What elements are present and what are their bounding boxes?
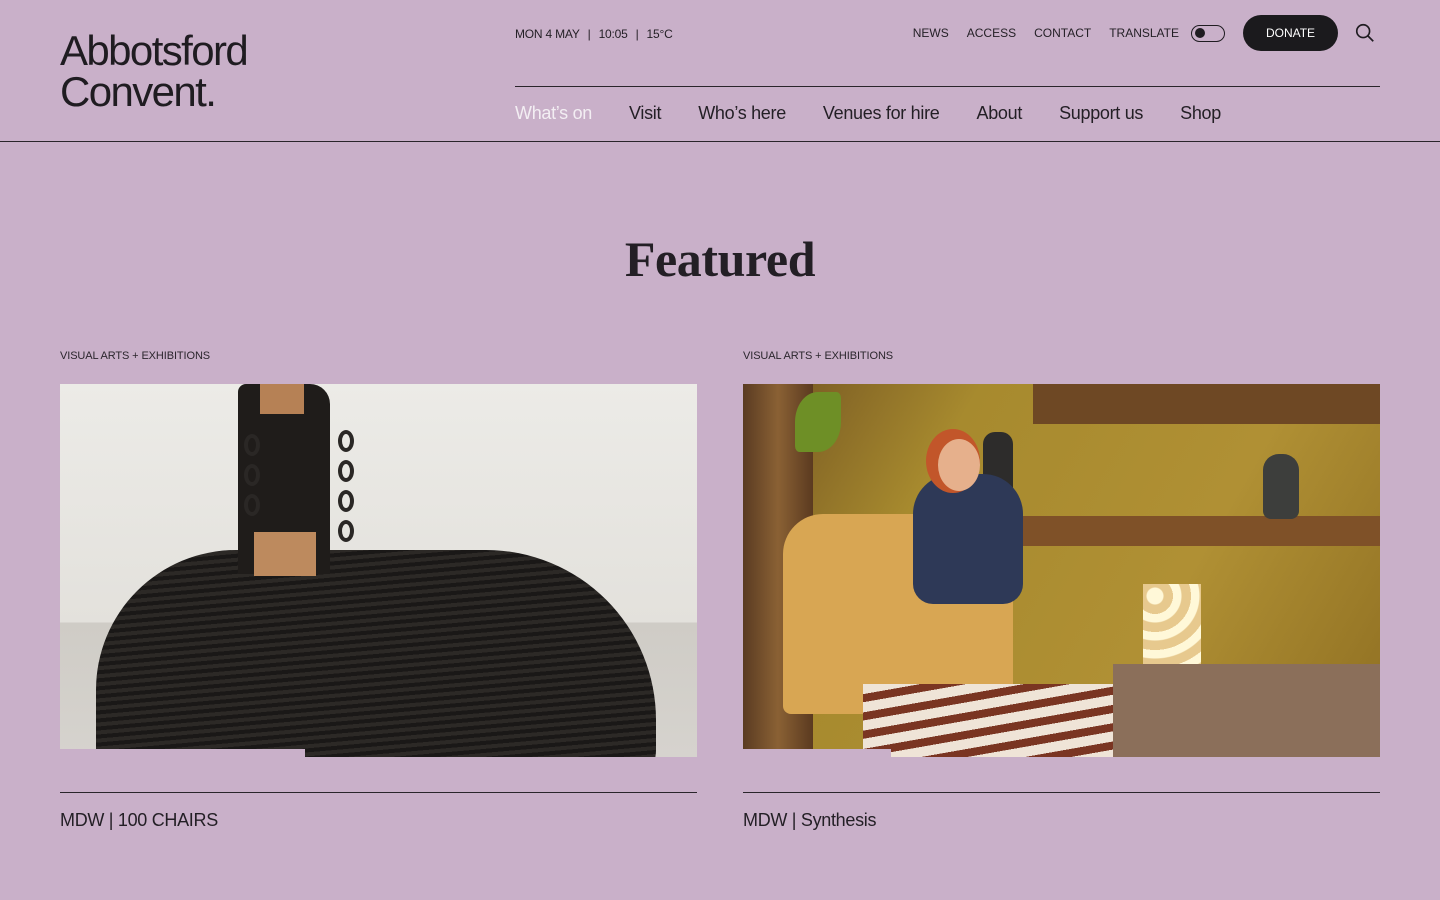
woven-chair-seat: [96, 550, 656, 757]
logo-line-2: Convent.: [60, 68, 217, 115]
nav-shop[interactable]: Shop: [1180, 103, 1221, 124]
news-link[interactable]: NEWS: [913, 26, 949, 40]
translate-link[interactable]: TRANSLATE: [1109, 26, 1179, 40]
ceramic-vase: [1263, 454, 1299, 519]
chair-ring: [338, 490, 354, 512]
donate-button[interactable]: DONATE: [1243, 15, 1338, 51]
chair-ring: [244, 464, 260, 486]
page-title: Featured: [624, 231, 816, 287]
main-nav: What’s on Visit Who’s here Venues for hi…: [515, 103, 1221, 124]
card-divider: [743, 792, 1380, 793]
nav-whos-here[interactable]: Who’s here: [698, 103, 786, 124]
person-coat: [913, 474, 1023, 604]
card-image-interior[interactable]: [743, 384, 1380, 757]
nav-divider: [515, 86, 1380, 87]
chair-wood-top: [260, 384, 304, 414]
card-category: VISUAL ARTS + EXHIBITIONS: [743, 350, 894, 362]
image-edge: [743, 749, 891, 757]
utility-nav: NEWS ACCESS CONTACT TRANSLATE DONATE: [913, 15, 1376, 51]
meta-separator: |: [635, 27, 639, 41]
person-head: [938, 439, 980, 491]
chair-ring: [338, 460, 354, 482]
card-title[interactable]: MDW | 100 CHAIRS: [60, 810, 697, 831]
chair-wood-joint: [254, 532, 316, 576]
search-icon[interactable]: [1354, 22, 1376, 44]
nav-venues-for-hire[interactable]: Venues for hire: [823, 103, 940, 124]
coffee-table: [1113, 664, 1380, 757]
featured-card[interactable]: VISUAL ARTS + EXHIBITIONS MDW | Synthesi…: [743, 350, 1380, 831]
plant-leaf: [795, 392, 841, 452]
date-time-weather: MON 4 MAY | 10:05 | 15°C: [515, 27, 673, 41]
chair-ring: [244, 494, 260, 516]
image-edge: [60, 749, 305, 757]
wood-shelf: [1008, 516, 1380, 546]
upper-shelf: [1033, 384, 1380, 424]
featured-card[interactable]: VISUAL ARTS + EXHIBITIONS MDW | 100 CHAI…: [60, 350, 697, 831]
site-logo[interactable]: Abbotsford Convent.: [60, 27, 249, 115]
contact-link[interactable]: CONTACT: [1034, 26, 1091, 40]
card-title[interactable]: MDW | Synthesis: [743, 810, 1380, 831]
striped-rug: [863, 684, 1123, 757]
access-link[interactable]: ACCESS: [967, 26, 1016, 40]
logo-line-1: Abbotsford: [60, 27, 249, 74]
card-category: VISUAL ARTS + EXHIBITIONS: [60, 350, 211, 362]
chair-ring: [338, 520, 354, 542]
nav-whats-on[interactable]: What’s on: [515, 103, 592, 124]
card-image-chair[interactable]: [60, 384, 697, 757]
card-divider: [60, 792, 697, 793]
nav-about[interactable]: About: [977, 103, 1023, 124]
nav-visit[interactable]: Visit: [629, 103, 661, 124]
chair-ring: [338, 430, 354, 452]
meta-separator: |: [587, 27, 591, 41]
time-text: 10:05: [598, 27, 628, 41]
temperature-text: 15°C: [646, 27, 673, 41]
toggle-icon[interactable]: [1191, 24, 1225, 42]
chair-ring: [244, 434, 260, 456]
nav-support-us[interactable]: Support us: [1059, 103, 1143, 124]
grid-lamp: [1143, 584, 1201, 676]
site-header: Abbotsford Convent. MON 4 MAY | 10:05 | …: [0, 0, 1440, 142]
date-text: MON 4 MAY: [515, 27, 580, 41]
